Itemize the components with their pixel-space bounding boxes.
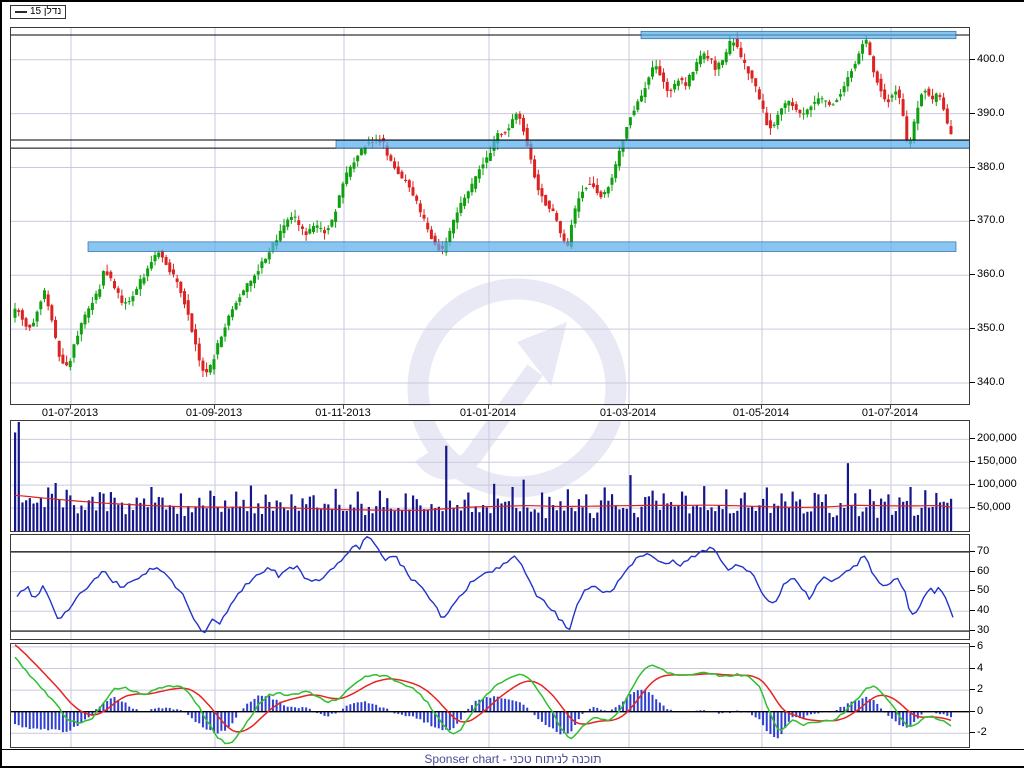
candles-group	[13, 32, 953, 377]
y-axis-tick	[970, 732, 975, 734]
y-tick-label: 2	[977, 683, 984, 696]
y-axis-tick	[970, 166, 975, 168]
y-axis-tick	[970, 710, 975, 712]
rsi-line	[16, 536, 954, 634]
y-tick-label: 370.0	[977, 214, 1005, 227]
y-tick-label: 400.0	[977, 52, 1005, 65]
volume-pane[interactable]	[10, 420, 970, 532]
y-axis-tick	[970, 328, 975, 330]
y-axis-tick	[970, 461, 975, 463]
main-gridlines	[11, 28, 969, 404]
x-tick-label: 01-11-2013	[315, 407, 371, 419]
y-tick-label: 150,000	[977, 455, 1017, 468]
rsi-gridlines	[11, 535, 969, 639]
y-axis-tick	[970, 645, 975, 647]
volume-bars-group	[14, 422, 953, 531]
price-band	[335, 140, 969, 149]
series-legend: נדלן 15	[10, 5, 67, 19]
y-tick-label: 380.0	[977, 160, 1005, 173]
y-axis-tick	[970, 381, 975, 383]
price-band	[640, 30, 957, 40]
y-axis-tick	[970, 58, 975, 60]
x-tick-label: 01-05-2014	[732, 407, 790, 419]
y-axis-tick	[970, 550, 975, 552]
chart-window: נדלן 15 01-07-2013 01-09-2013 01-11-2013 01…	[0, 0, 1024, 768]
x-tick-label: 01-09-2013	[185, 407, 243, 419]
y-tick-label: -2	[977, 726, 987, 739]
x-tick-label: 01-07-2013	[41, 407, 99, 419]
price-pane[interactable]	[10, 27, 970, 405]
y-tick-label: 40	[977, 604, 990, 617]
macd-gridlines	[11, 644, 969, 747]
y-tick-label: 340.0	[977, 375, 1005, 388]
rsi-pane[interactable]	[10, 534, 970, 640]
footer-status-bar: Sponser chart - תוכנה לניתוח טכני	[2, 749, 1024, 766]
footer-text: Sponser chart - תוכנה לניתוח טכני	[424, 752, 602, 766]
y-tick-label: 200,000	[977, 432, 1017, 445]
y-axis-tick	[970, 112, 975, 114]
y-axis-tick	[970, 220, 975, 222]
date-axis: 01-07-2013 01-09-2013 01-11-2013 01-01-2014…	[10, 405, 970, 420]
macd-histogram-group	[14, 689, 952, 739]
y-tick-label: 50	[977, 584, 990, 597]
x-tick-label: 01-07-2014	[861, 407, 919, 419]
y-axis-tick	[970, 667, 975, 669]
series-line-sample-icon	[15, 10, 27, 13]
y-tick-label: 70	[977, 544, 990, 557]
y-tick-label: 60	[977, 564, 990, 577]
y-tick-label: 350.0	[977, 322, 1005, 335]
y-axis-tick	[970, 570, 975, 572]
y-axis-tick	[970, 630, 975, 632]
y-tick-label: 390.0	[977, 106, 1005, 119]
y-axis-tick	[970, 438, 975, 440]
y-tick-label: 50,000	[977, 501, 1011, 514]
y-tick-label: 0	[977, 704, 984, 717]
support-resistance-group	[11, 30, 969, 252]
y-axis-tick	[970, 689, 975, 691]
macd-signal-line	[14, 644, 952, 733]
y-tick-label: 6	[977, 639, 984, 652]
price-band	[87, 241, 957, 252]
y-tick-label: 100,000	[977, 478, 1017, 491]
macd-pane[interactable]	[10, 643, 970, 748]
y-tick-label: 360.0	[977, 268, 1005, 281]
y-axis-tick	[970, 274, 975, 276]
y-axis-tick	[970, 507, 975, 509]
x-tick-label: 01-01-2014	[459, 407, 517, 419]
y-axis-tick	[970, 590, 975, 592]
y-axis-tick	[970, 484, 975, 486]
series-label: נדלן 15	[30, 6, 62, 17]
y-axis-tick	[970, 610, 975, 612]
y-tick-label: 4	[977, 661, 984, 674]
y-tick-label: 30	[977, 624, 990, 637]
x-tick-label: 01-03-2014	[599, 407, 657, 419]
